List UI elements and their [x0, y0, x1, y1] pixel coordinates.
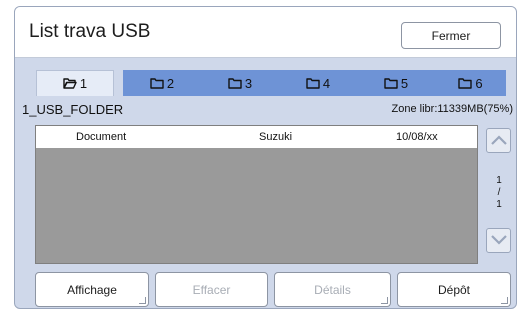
close-button-label: Fermer	[431, 28, 471, 43]
page-indicator: 1 / 1	[487, 175, 511, 211]
scroll-up-button[interactable]	[486, 128, 511, 153]
display-button-label: Affichage	[67, 282, 117, 297]
page-separator: /	[497, 187, 501, 198]
chevron-up-icon	[490, 132, 507, 150]
tab-folder-3[interactable]: 3	[201, 70, 279, 96]
dialog-title: List trava USB	[29, 21, 151, 42]
delete-button[interactable]: Effacer	[155, 272, 268, 307]
delete-button-label: Effacer	[192, 282, 231, 297]
file-list[interactable]: Document Suzuki 10/08/xx	[35, 125, 478, 264]
folder-icon	[306, 77, 320, 89]
tab-folder-5[interactable]: 5	[357, 70, 435, 96]
usb-list-dialog: List trava USB Fermer 1 2 3 4 5 6 1_USB_…	[14, 6, 517, 309]
chevron-down-icon	[490, 232, 507, 250]
file-date: 10/08/xx	[396, 131, 438, 143]
folder-icon	[458, 77, 473, 89]
folder-icon	[384, 77, 398, 89]
open-folder-icon	[63, 78, 77, 89]
tab-folder-1[interactable]: 1	[36, 70, 114, 96]
folder-icon	[150, 77, 164, 89]
list-item[interactable]: Document Suzuki 10/08/xx	[36, 126, 477, 148]
tab-label: 5	[400, 75, 409, 91]
tab-folder-6[interactable]: 6	[435, 70, 506, 96]
file-name: Document	[76, 131, 127, 143]
tab-label: 2	[166, 75, 175, 91]
page-current: 1	[496, 175, 502, 186]
tab-folder-4[interactable]: 4	[279, 70, 357, 96]
corner-mark-icon	[139, 297, 146, 304]
folder-icon	[228, 77, 242, 89]
display-button[interactable]: Affichage	[35, 272, 149, 307]
details-button-label: Détails	[314, 282, 351, 297]
folder-name: 1_USB_FOLDER	[22, 102, 124, 117]
folder-tabs: 1 2 3 4 5 6	[36, 70, 506, 96]
page-total: 1	[496, 199, 502, 210]
tab-label: 1	[79, 76, 88, 91]
tab-folder-2[interactable]: 2	[123, 70, 201, 96]
corner-mark-icon	[381, 297, 388, 304]
tab-label: 3	[244, 75, 253, 91]
tab-label: 4	[322, 75, 331, 91]
free-space: Zone libr:11339MB(75%)	[391, 103, 513, 115]
file-owner: Suzuki	[259, 131, 293, 143]
close-button[interactable]: Fermer	[401, 22, 501, 49]
scroll-down-button[interactable]	[486, 228, 511, 253]
title-bar: List trava USB Fermer	[15, 7, 516, 58]
tab-label: 6	[475, 75, 483, 91]
deposit-button[interactable]: Dépôt	[397, 272, 511, 307]
details-button[interactable]: Détails	[274, 272, 391, 307]
corner-mark-icon	[501, 297, 508, 304]
deposit-button-label: Dépôt	[437, 282, 471, 297]
